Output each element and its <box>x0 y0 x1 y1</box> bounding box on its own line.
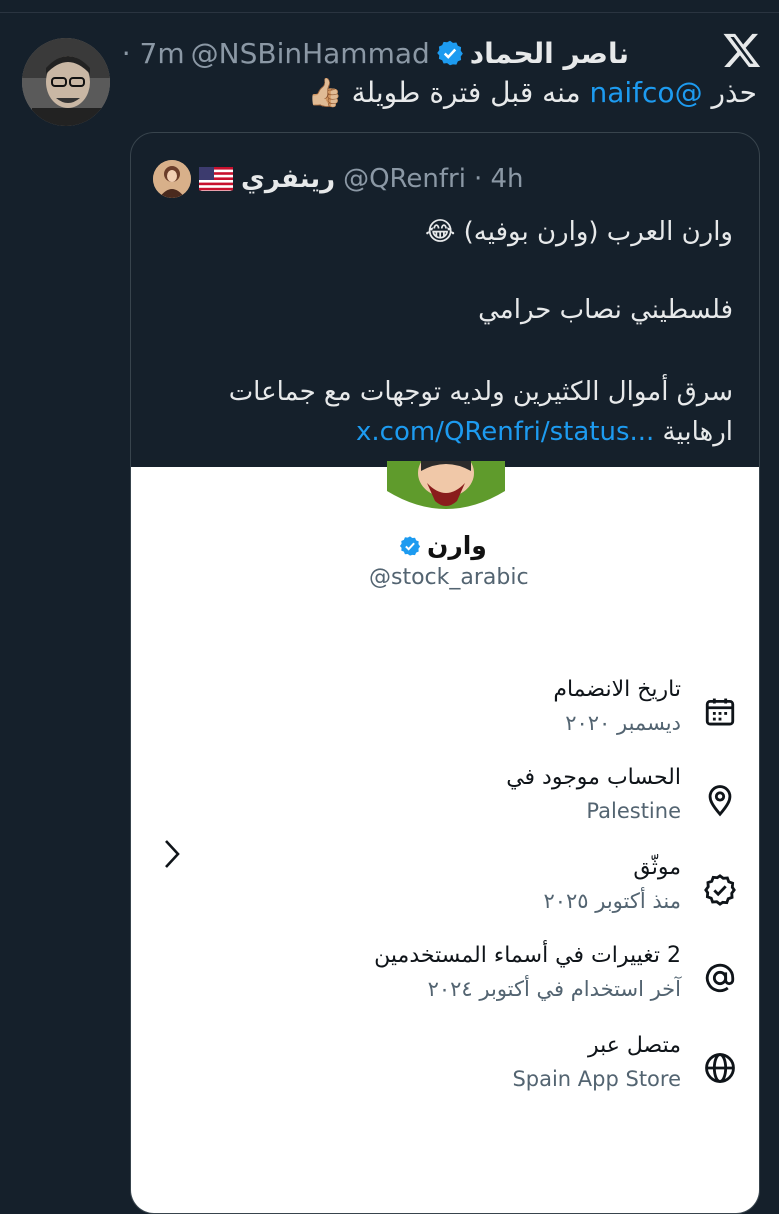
tweet-mention-link[interactable]: @naifco <box>589 76 702 109</box>
info-row-username-changes: 2 تغييرات في أسماء المستخدمين آخر استخدا… <box>131 943 759 1023</box>
tweet-text-prefix: حذر <box>702 76 757 109</box>
at-sign-icon <box>705 963 735 993</box>
row-sub: Spain App Store <box>512 1067 681 1091</box>
profile-picture <box>387 461 505 513</box>
quote-avatar[interactable] <box>153 160 191 198</box>
avatar[interactable] <box>22 38 110 126</box>
info-row-location: الحساب موجود في Palestine <box>131 765 759 845</box>
row-title: 2 تغييرات في أسماء المستخدمين <box>374 943 681 968</box>
quote-author-handle[interactable]: @QRenfri <box>343 164 466 194</box>
profile-handle: @stock_arabic <box>369 565 529 590</box>
us-flag-icon <box>199 167 233 191</box>
tweet-author-name[interactable]: ناصر الحماد <box>470 37 629 70</box>
info-row-connected-via: متصل عبر Spain App Store <box>131 1033 759 1113</box>
row-title: متصل عبر <box>587 1033 681 1058</box>
quote-avatar-image <box>153 160 191 198</box>
tweet-time[interactable]: · 7m <box>122 37 185 70</box>
tweet-text-suffix: منه قبل فترة طويلة 👍🏼 <box>307 76 590 109</box>
row-sub: Palestine <box>586 799 681 823</box>
globe-icon <box>705 1053 735 1083</box>
x-logo-icon[interactable] <box>722 30 762 70</box>
quote-line-2: فلسطيني نصاب حرامي <box>478 295 733 325</box>
row-sub: آخر استخدام في أكتوبر ٢٠٢٤ <box>427 977 681 1001</box>
row-sub: ديسمبر ٢٠٢٠ <box>565 711 681 735</box>
quote-time[interactable]: · 4h <box>474 164 524 194</box>
calendar-icon <box>705 698 735 726</box>
tweet-text: حذر @naifco منه قبل فترة طويلة 👍🏼 <box>308 76 757 109</box>
tweet-author-handle[interactable]: @NSBinHammad <box>191 37 430 70</box>
row-sub: منذ أكتوبر ٢٠٢٥ <box>543 889 681 913</box>
quote-status-link[interactable]: x.com/QRenfri/status... <box>356 417 654 447</box>
top-divider <box>0 0 779 13</box>
profile-name: وارن <box>399 531 487 560</box>
info-row-verified: موثّق منذ أكتوبر ٢٠٢٥ <box>131 855 759 935</box>
embedded-profile-screenshot[interactable]: وارن @stock_arabic تاريخ الانضمام ديسمبر… <box>131 461 759 1213</box>
profile-verified-icon <box>399 535 421 556</box>
quoted-tweet-card[interactable]: رينفري @QRenfri · 4h وارن العرب (وارن بو… <box>130 132 760 1214</box>
profile-name-text: وارن <box>427 531 487 560</box>
location-pin-icon <box>708 785 732 817</box>
quote-author-name[interactable]: رينفري <box>241 164 335 194</box>
quote-line-4: ارهابية x.com/QRenfri/status... <box>356 417 733 447</box>
quote-line-1: وارن العرب (وارن بوفيه) 😂 <box>425 217 733 247</box>
info-row-join-date: تاريخ الانضمام ديسمبر ٢٠٢٠ <box>131 677 759 757</box>
verified-check-icon <box>704 874 736 906</box>
avatar-image <box>22 38 110 126</box>
tweet-header: · 7m @NSBinHammad ناصر الحماد <box>122 33 629 73</box>
row-title: تاريخ الانضمام <box>553 677 681 702</box>
quote-line-3: سرق أموال الكثيرين ولديه توجهات مع جماعا… <box>228 377 733 407</box>
quote-last-line-prefix: ارهابية <box>654 417 733 447</box>
verified-badge-icon <box>436 40 463 66</box>
quote-header: رينفري @QRenfri · 4h <box>153 159 524 199</box>
chevron-right-icon[interactable] <box>161 837 183 871</box>
row-title: الحساب موجود في <box>506 765 681 790</box>
row-title: موثّق <box>633 855 681 880</box>
